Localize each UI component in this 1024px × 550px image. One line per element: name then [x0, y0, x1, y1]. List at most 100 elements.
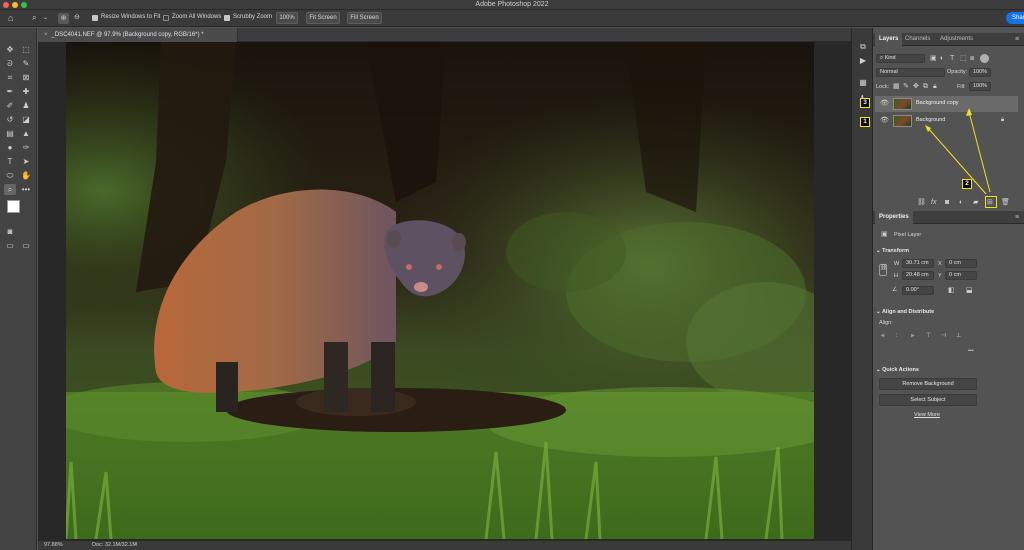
- tab-properties[interactable]: Properties: [875, 211, 913, 224]
- zoom-tool-icon[interactable]: ⌕: [32, 14, 36, 22]
- quick-actions-label: Quick Actions: [882, 367, 919, 373]
- zoom-100-button[interactable]: 100%: [276, 12, 298, 24]
- new-group-icon[interactable]: ▰: [973, 199, 978, 206]
- marquee-tool-icon[interactable]: ⬚: [20, 44, 32, 55]
- flip-horizontal-icon[interactable]: ◧: [948, 287, 955, 294]
- annotation-badge-3: 3: [860, 98, 870, 108]
- transform-section-header[interactable]: ⌄ Transform: [876, 248, 909, 254]
- scrubby-zoom-checkbox[interactable]: [224, 15, 230, 21]
- actions-panel-icon[interactable]: ▶: [858, 56, 868, 66]
- zoom-tool-selected-icon[interactable]: ⌕: [4, 184, 16, 195]
- share-button[interactable]: Share: [1006, 12, 1024, 24]
- lasso-tool-icon[interactable]: ᘐ: [4, 58, 16, 69]
- zoom-all-windows-label: Zoom All Windows: [172, 14, 222, 20]
- link-layers-icon[interactable]: ⛓︎: [917, 199, 926, 206]
- annotation-badge-2: 2: [962, 179, 972, 189]
- add-mask-icon[interactable]: ◙: [945, 199, 949, 206]
- width-input[interactable]: 30.71 cm: [902, 259, 934, 268]
- angle-input[interactable]: 0.00°: [902, 286, 934, 295]
- adjustment-layer-icon[interactable]: ◐: [959, 199, 963, 206]
- select-subject-button[interactable]: Select Subject: [879, 394, 977, 406]
- view-more-link[interactable]: View More: [914, 412, 940, 418]
- ellipse-tool-icon[interactable]: ⬭: [4, 170, 16, 181]
- align-bottom-icon[interactable]: ⊥: [956, 333, 961, 339]
- blur-tool-icon[interactable]: ▲: [20, 128, 32, 139]
- y-input[interactable]: 0 cm: [945, 271, 977, 280]
- more-options-icon[interactable]: •••: [968, 348, 974, 354]
- zoom-in-icon[interactable]: ⊕: [58, 13, 69, 24]
- history-panel-icon[interactable]: ⧉: [858, 42, 868, 52]
- eyedropper-tool-icon[interactable]: ✒: [4, 86, 16, 97]
- properties-strip-icon[interactable]: ▦: [858, 78, 868, 88]
- link-dimensions-icon[interactable]: ⛓︎: [879, 264, 888, 276]
- resize-windows-label: Resize Windows to Fit: [101, 14, 161, 20]
- x-input[interactable]: 0 cm: [945, 259, 977, 268]
- frame-tool-icon[interactable]: ⊠: [20, 72, 32, 83]
- gradient-tool-icon[interactable]: ▤: [4, 128, 16, 139]
- pixel-layer-label: Pixel Layer: [894, 232, 922, 238]
- more-tools-icon[interactable]: •••: [20, 184, 32, 195]
- align-right-icon[interactable]: ⫸: [911, 333, 914, 339]
- fill-screen-button[interactable]: Fill Screen: [347, 12, 382, 24]
- delete-layer-icon[interactable]: 🗑︎: [1001, 199, 1010, 206]
- x-label: X: [938, 261, 942, 267]
- fit-screen-button[interactable]: Fit Screen: [306, 12, 340, 24]
- document-canvas-image[interactable]: [66, 42, 814, 539]
- zoom-out-icon[interactable]: ⊖: [74, 14, 80, 21]
- height-input[interactable]: 20.48 cm: [902, 271, 934, 280]
- path-selection-tool-icon[interactable]: ➤: [20, 156, 32, 167]
- chevron-down-icon[interactable]: ⌄: [43, 15, 48, 21]
- history-brush-tool-icon[interactable]: ↺: [4, 114, 16, 125]
- annotation-badge-1: 1: [860, 117, 870, 127]
- align-distribute-label: Align and Distribute: [881, 309, 935, 315]
- window-title: Adobe Photoshop 2022: [475, 1, 549, 8]
- align-horizontal-center-icon[interactable]: ⫶: [896, 333, 898, 339]
- screen-mode-alt-icon[interactable]: ▭: [20, 240, 32, 251]
- clone-stamp-tool-icon[interactable]: ♟: [20, 100, 32, 111]
- type-tool-icon[interactable]: T: [4, 156, 16, 167]
- properties-panel-tabs: Properties ≡: [873, 211, 1024, 224]
- home-icon[interactable]: ⌂: [8, 14, 13, 23]
- h-label: H: [894, 273, 898, 279]
- status-zoom[interactable]: 97.88%: [44, 542, 63, 548]
- align-top-icon[interactable]: ⊤: [926, 333, 931, 339]
- align-distribute-section-header[interactable]: ⌄ Align and Distribute: [876, 309, 934, 315]
- annotation-arrows: [925, 108, 991, 195]
- document-tab-bar: × _DSC4041.NEF @ 97.9% (Background copy, …: [38, 28, 851, 42]
- collapsed-panel-strip: ⧉ ▶ ▦ ◐ 3 1: [851, 28, 873, 550]
- pen-tool-icon[interactable]: ✑: [20, 142, 32, 153]
- title-bar: Adobe Photoshop 2022: [0, 0, 1024, 10]
- quick-selection-tool-icon[interactable]: ✎: [20, 58, 32, 69]
- layer-style-fx-icon[interactable]: fx: [931, 199, 936, 206]
- transform-label: Transform: [882, 248, 910, 254]
- flip-vertical-icon[interactable]: ⬓: [966, 287, 973, 294]
- spot-healing-tool-icon[interactable]: ✚: [20, 86, 32, 97]
- quick-actions-section-header[interactable]: ⌄ Quick Actions: [876, 367, 919, 373]
- quick-mask-icon[interactable]: ◙: [4, 226, 16, 237]
- brush-tool-icon[interactable]: ✐: [4, 100, 16, 111]
- status-doc-size: Doc: 32.1M/32.1M: [92, 542, 137, 548]
- crop-tool-icon[interactable]: ⌗: [4, 72, 16, 83]
- new-layer-icon[interactable]: ⊞: [987, 199, 993, 206]
- dodge-tool-icon[interactable]: ●: [4, 142, 16, 153]
- right-panels: Layers Channels Adjustments ≡ ⌕ Kind ▣ ◐…: [873, 28, 1024, 550]
- w-label: W: [894, 261, 900, 267]
- y-label: Y: [938, 273, 942, 279]
- properties-menu-icon[interactable]: ≡: [1011, 211, 1023, 224]
- resize-windows-checkbox[interactable]: [92, 15, 98, 21]
- hand-tool-icon[interactable]: ✋: [20, 170, 32, 181]
- status-menu-chevron-icon[interactable]: ›: [135, 541, 137, 547]
- screen-mode-icon[interactable]: ▭: [4, 240, 16, 251]
- close-tab-icon[interactable]: ×: [44, 32, 48, 38]
- document-tab[interactable]: × _DSC4041.NEF @ 97.9% (Background copy, …: [38, 28, 238, 42]
- remove-background-button[interactable]: Remove Background: [879, 378, 977, 390]
- foreground-color-swatch[interactable]: [7, 200, 20, 213]
- zoom-all-windows-checkbox[interactable]: [163, 15, 169, 21]
- move-tool-icon[interactable]: ✥: [4, 44, 16, 55]
- eraser-tool-icon[interactable]: ◪: [20, 114, 32, 125]
- align-left-icon[interactable]: ⫷: [881, 333, 884, 339]
- status-bar: 97.88% Doc: 32.1M/32.1M ›: [38, 541, 851, 550]
- options-bar: ⌂ ⌕ ⌄ ⊕ ⊖ Resize Windows to Fit Zoom All…: [0, 10, 1024, 27]
- toolbox: ✥ ⬚ ᘐ ✎ ⌗ ⊠ ✒ ✚ ✐ ♟ ↺ ◪ ▤ ▲ ● ✑ T ➤ ⬭ ✋ …: [0, 28, 37, 550]
- align-vertical-center-icon[interactable]: ⊣: [941, 333, 946, 339]
